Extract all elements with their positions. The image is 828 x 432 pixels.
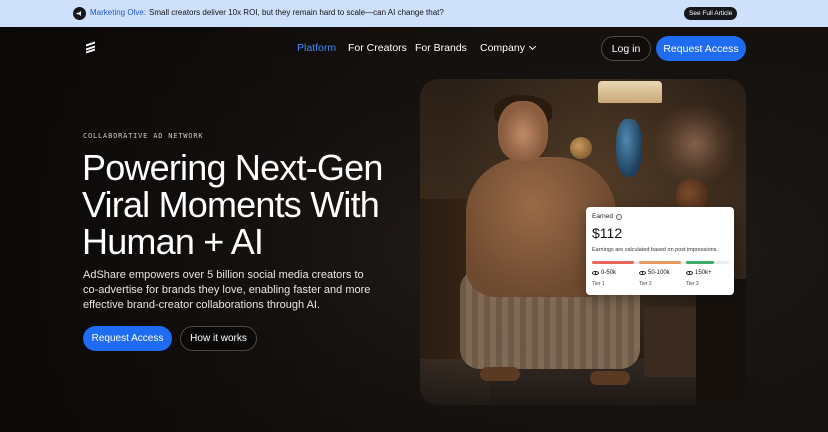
tier-2-range: 50-100k (639, 270, 670, 276)
megaphone-icon (73, 7, 86, 20)
info-icon[interactable]: i (615, 213, 622, 220)
announcement-banner: Marketing Olve: Small creators deliver 10… (0, 0, 828, 27)
tier-1-range-text: 0-50k (601, 270, 617, 276)
banner-tag: Marketing Olve: (90, 8, 147, 17)
nav-platform[interactable]: Platform (297, 42, 336, 54)
earned-label-text: Earned (592, 213, 613, 220)
banner-text: Small creators deliver 10x ROI, but they… (149, 8, 444, 17)
nav-for-creators[interactable]: For Creators (348, 42, 407, 54)
tier-3-range-text: 150k+ (695, 270, 712, 276)
nav-company-label: Company (480, 42, 525, 54)
eyebrow-text: COLLABORATIVE AD NETWORK (83, 132, 204, 140)
tier-1-bar (592, 261, 634, 264)
how-it-works-button[interactable]: How it works (180, 326, 257, 351)
earned-label: Earned i (592, 213, 622, 220)
tier-3-label: Tier 3 (686, 281, 699, 287)
earnings-note: Earnings are calculated based on post im… (592, 247, 718, 253)
eye-icon (686, 270, 693, 276)
eye-icon (639, 270, 646, 276)
see-full-article-button[interactable]: See Full Article (684, 7, 738, 20)
tier-2-label: Tier 2 (639, 281, 652, 287)
tier-3-bar (686, 261, 714, 264)
logo[interactable] (86, 41, 96, 54)
login-button[interactable]: Log in (601, 36, 651, 61)
chevron-down-icon (528, 42, 536, 51)
tier-1-label: Tier 1 (592, 281, 605, 287)
hero-headline: Powering Next-Gen Viral Moments With Hum… (82, 147, 383, 262)
tier-2-range-text: 50-100k (648, 270, 670, 276)
nav-for-brands[interactable]: For Brands (415, 42, 467, 54)
request-access-button[interactable]: Request Access (83, 326, 172, 351)
request-access-nav-button[interactable]: Request Access (656, 36, 746, 61)
tier-3-range: 150k+ (686, 270, 712, 276)
tier-1-range: 0-50k (592, 270, 616, 276)
hero-description: AdShare empowers over 5 billion social m… (83, 269, 371, 311)
earned-amount: $112 (592, 225, 623, 241)
banner-message: Marketing Olve: Small creators deliver 10… (90, 8, 444, 17)
eye-icon (592, 270, 599, 276)
nav-company[interactable]: Company (480, 42, 536, 54)
earnings-card: Earned i $112 Earnings are calculated ba… (586, 207, 734, 295)
tier-2-bar (639, 261, 681, 264)
